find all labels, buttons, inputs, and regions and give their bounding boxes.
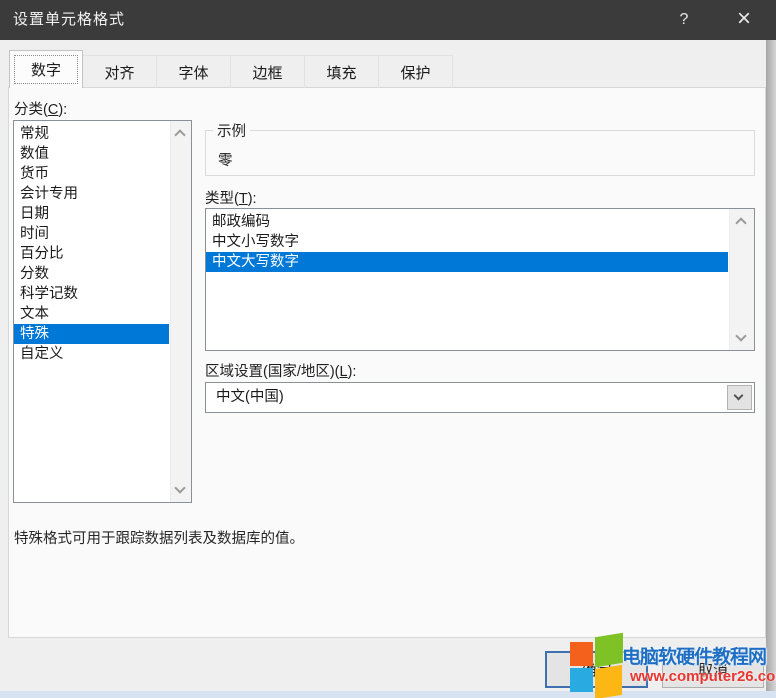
scroll-down-icon[interactable] bbox=[174, 482, 185, 493]
tab-selected[interactable]: 数字 bbox=[9, 50, 83, 88]
category-listbox: 常规数值货币会计专用日期时间百分比分数科学记数文本特殊自定义 bbox=[13, 120, 192, 503]
type-item[interactable]: 中文小写数字 bbox=[206, 232, 728, 252]
help-icon[interactable]: ? bbox=[663, 0, 705, 40]
type-scrollbar[interactable] bbox=[729, 209, 754, 350]
type-rows: 邮政编码中文小写数字中文大写数字 bbox=[206, 209, 728, 350]
category-item[interactable]: 数值 bbox=[14, 144, 169, 164]
category-scrollbar[interactable] bbox=[170, 121, 191, 502]
tab[interactable]: 保护 bbox=[378, 55, 453, 88]
category-item[interactable]: 日期 bbox=[14, 204, 169, 224]
type-item-selected[interactable]: 中文大写数字 bbox=[206, 252, 728, 272]
category-item[interactable]: 百分比 bbox=[14, 244, 169, 264]
sample-group-label: 示例 bbox=[213, 120, 250, 141]
category-item[interactable]: 会计专用 bbox=[14, 184, 169, 204]
tab-bar: 数字对齐字体边框填充保护 bbox=[10, 50, 453, 88]
tab[interactable]: 边框 bbox=[230, 55, 305, 88]
format-cells-dialog: 设置单元格格式 ? × 数字对齐字体边框填充保护 分类(C): 常规数值货币会计… bbox=[0, 0, 776, 698]
type-listbox: 邮政编码中文小写数字中文大写数字 bbox=[205, 208, 755, 351]
dialog-title: 设置单元格格式 bbox=[13, 0, 125, 40]
category-label: 分类(C): bbox=[14, 98, 67, 119]
cancel-button[interactable]: 取消 bbox=[662, 651, 764, 688]
locale-value: 中文(中国) bbox=[216, 383, 284, 412]
description-text: 特殊格式可用于跟踪数据列表及数据库的值。 bbox=[14, 527, 304, 548]
scroll-down-icon[interactable] bbox=[735, 330, 746, 341]
category-item[interactable]: 货币 bbox=[14, 164, 169, 184]
type-label: 类型(T): bbox=[205, 187, 257, 208]
category-item[interactable]: 文本 bbox=[14, 304, 169, 324]
category-item[interactable]: 常规 bbox=[14, 124, 169, 144]
locale-dropdown[interactable]: 中文(中国) bbox=[205, 382, 755, 413]
close-icon[interactable]: × bbox=[722, 0, 766, 40]
type-item[interactable]: 邮政编码 bbox=[206, 212, 728, 232]
category-item[interactable]: 分数 bbox=[14, 264, 169, 284]
category-item[interactable]: 自定义 bbox=[14, 344, 169, 364]
scroll-up-icon[interactable] bbox=[735, 217, 746, 228]
sample-groupbox: 示例 零 bbox=[205, 130, 755, 176]
tab[interactable]: 填充 bbox=[304, 55, 379, 88]
category-item-selected[interactable]: 特殊 bbox=[14, 324, 169, 344]
category-rows: 常规数值货币会计专用日期时间百分比分数科学记数文本特殊自定义 bbox=[14, 121, 169, 502]
bottom-edge-strip bbox=[0, 691, 776, 698]
locale-label: 区域设置(国家/地区)(L): bbox=[205, 360, 356, 381]
category-item[interactable]: 科学记数 bbox=[14, 284, 169, 304]
tab[interactable]: 字体 bbox=[156, 55, 231, 88]
scroll-up-icon[interactable] bbox=[174, 129, 185, 140]
title-bar: 设置单元格格式 ? × bbox=[0, 0, 776, 40]
ok-button[interactable]: 确定 bbox=[545, 651, 648, 688]
chevron-down-icon bbox=[733, 390, 743, 400]
sample-value: 零 bbox=[218, 149, 233, 170]
window-edge-shadow bbox=[766, 40, 776, 691]
tab[interactable]: 对齐 bbox=[82, 55, 157, 88]
category-item[interactable]: 时间 bbox=[14, 224, 169, 244]
dropdown-button[interactable] bbox=[727, 385, 752, 410]
